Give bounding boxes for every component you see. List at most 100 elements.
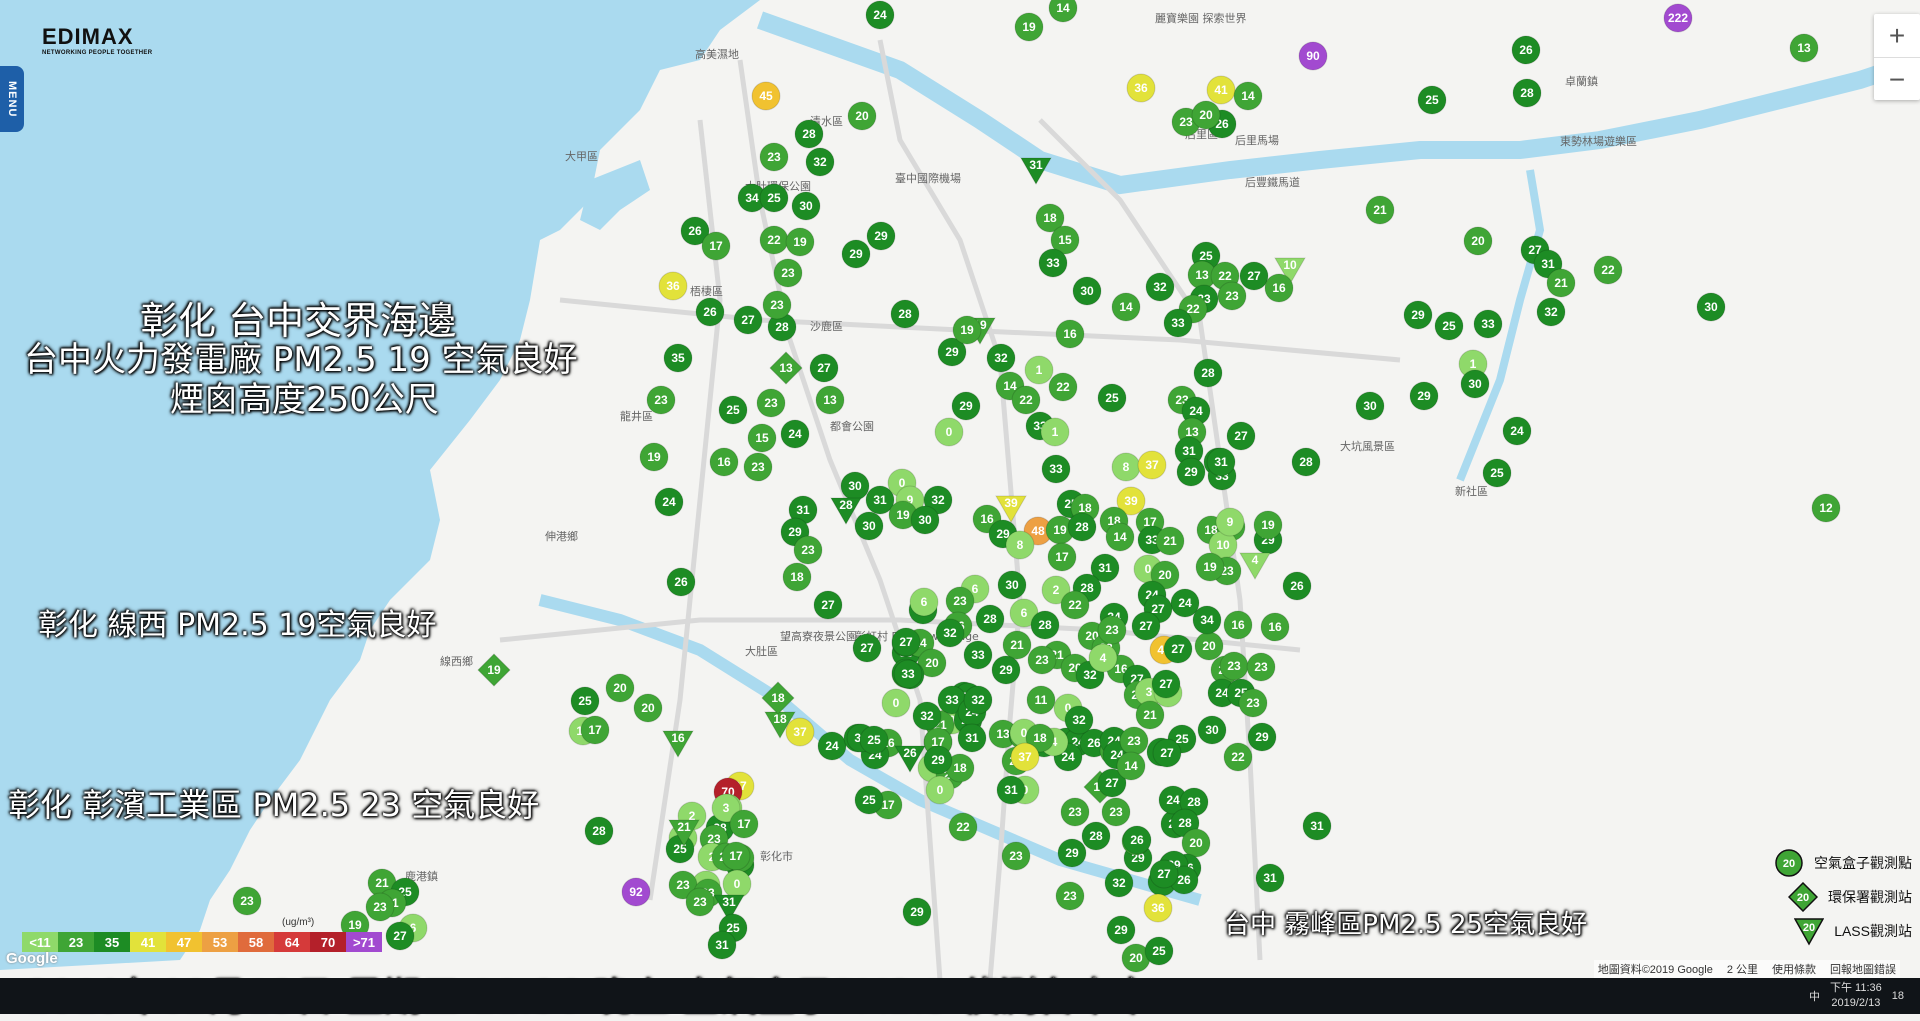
pm25-station-marker[interactable]: 20 (1194, 631, 1224, 661)
pm25-station-marker[interactable]: 21 (1155, 526, 1185, 556)
pm25-station-marker[interactable]: 29 (1106, 915, 1136, 945)
pm25-station-marker[interactable]: 27 (891, 627, 921, 657)
pm25-station-marker[interactable]: 15 (747, 423, 777, 453)
pm25-station-marker[interactable]: 28 (1291, 447, 1321, 477)
pm25-station-marker[interactable]: 25 (1144, 936, 1174, 966)
pm25-station-marker[interactable]: 29 (1409, 381, 1439, 411)
pm25-station-marker[interactable]: 17 (580, 715, 610, 745)
pm25-station-marker[interactable]: 29 (1247, 722, 1277, 752)
pm25-station-marker[interactable]: 27 (1131, 611, 1161, 641)
pm25-station-marker[interactable]: 25 (718, 395, 748, 425)
pm25-station-marker[interactable]: 9 (1215, 507, 1245, 537)
pm25-station-marker[interactable]: 17 (1047, 542, 1077, 572)
pm25-station-marker[interactable]: 29 (951, 391, 981, 421)
pm25-station-marker[interactable]: 30 (1197, 715, 1227, 745)
pm25-station-marker[interactable]: 30 (791, 191, 821, 221)
report-link[interactable]: 回報地圖錯誤 (1830, 961, 1896, 977)
pm25-station-marker[interactable]: 23 (1238, 688, 1268, 718)
pm25-station-marker[interactable]: 20 (633, 693, 663, 723)
pm25-station-marker[interactable]: 27 (1149, 859, 1179, 889)
pm25-station-marker[interactable]: 1 (1040, 417, 1070, 447)
pm25-station-marker[interactable]: 28 (1512, 78, 1542, 108)
pm25-station-marker[interactable]: 23 (762, 290, 792, 320)
pm25-station-marker[interactable]: 26 (695, 297, 725, 327)
pm25-station-marker[interactable]: 31 (1255, 863, 1285, 893)
pm25-station-marker[interactable]: 32 (1104, 868, 1134, 898)
pm25-station-marker[interactable]: 23 (1219, 651, 1249, 681)
pm25-station-marker[interactable]: 22 (1223, 742, 1253, 772)
pm25-station-marker[interactable]: 27 (385, 921, 415, 951)
pm25-station-marker[interactable]: 32 (805, 147, 835, 177)
pm25-station-marker[interactable]: 20 (1181, 828, 1211, 858)
pm25-station-marker[interactable]: 28 (975, 604, 1005, 634)
pm25-station-marker[interactable]: 22 (1060, 590, 1090, 620)
pm25-station-marker[interactable]: 23 (365, 892, 395, 922)
pm25-station-marker[interactable]: 31 (996, 775, 1026, 805)
pm25-station-marker[interactable]: 25 (759, 183, 789, 213)
pm25-station-marker[interactable]: 19 (785, 227, 815, 257)
pm25-station-marker[interactable]: 29 (991, 655, 1021, 685)
pm25-station-marker[interactable]: 24 (654, 487, 684, 517)
pm25-station-marker[interactable]: 22 (759, 225, 789, 255)
pm25-station-marker[interactable]: 19 (1195, 552, 1225, 582)
pm25-station-marker[interactable]: 27 (1239, 261, 1269, 291)
pm25-station-marker[interactable]: 20 (1463, 226, 1493, 256)
pm25-station-marker[interactable]: 22 (948, 812, 978, 842)
pm25-station-marker[interactable]: 32 (963, 685, 993, 715)
pm25-station-marker[interactable]: 33 (1473, 309, 1503, 339)
pm25-station-marker[interactable]: 0 (934, 417, 964, 447)
pm25-station-marker[interactable]: 36 (658, 271, 688, 301)
pm25-station-marker[interactable]: 30 (1072, 276, 1102, 306)
pm25-station-marker[interactable]: 23 (945, 586, 975, 616)
pm25-station-marker[interactable]: 30 (840, 471, 870, 501)
pm25-station-marker[interactable]: 33 (893, 659, 923, 689)
pm25-station-marker[interactable]: 0 (881, 688, 911, 718)
pm25-station-marker[interactable]: 23 (1101, 797, 1131, 827)
pm25-station-marker[interactable]: 27 (1226, 421, 1256, 451)
pm25-station-marker[interactable]: 16 (1264, 273, 1294, 303)
pm25-station-marker[interactable]: 29 (1403, 300, 1433, 330)
pm25-station-marker[interactable]: 23 (1060, 797, 1090, 827)
pm25-station-marker[interactable]: 222 (1663, 3, 1693, 33)
pm25-station-marker[interactable]: 28 (794, 119, 824, 149)
pm25-station-marker[interactable]: 23 (793, 535, 823, 565)
pm25-station-marker[interactable]: 35 (663, 343, 693, 373)
pm25-station-marker[interactable]: 21 (1002, 630, 1032, 660)
pm25-station-marker[interactable]: 21 (1135, 700, 1165, 730)
pm25-station-marker[interactable]: 14 (1105, 522, 1135, 552)
pm25-station-marker[interactable]: 1 (1024, 355, 1054, 385)
pm25-station-marker[interactable]: 30 (910, 505, 940, 535)
pm25-station-marker[interactable]: 31 (707, 930, 737, 960)
pm25-station-marker[interactable]: 24 (1502, 416, 1532, 446)
pm25-station-marker[interactable]: 19 (1253, 510, 1283, 540)
pm25-station-marker[interactable]: 29 (1057, 838, 1087, 868)
pm25-station-marker[interactable]: 32 (935, 618, 965, 648)
pm25-station-marker[interactable]: 6 (909, 587, 939, 617)
pm25-station-marker[interactable]: 29 (866, 221, 896, 251)
pm25-station-marker[interactable]: 37 (785, 717, 815, 747)
pm25-station-marker[interactable]: 12 (1811, 493, 1841, 523)
pm25-station-marker[interactable]: 25 (570, 686, 600, 716)
pm25-station-marker[interactable]: 25 (859, 725, 889, 755)
pm25-station-marker[interactable]: 29 (841, 239, 871, 269)
menu-button[interactable]: MENU (0, 66, 24, 132)
ime-indicator[interactable]: 中 (1809, 988, 1820, 1004)
pm25-station-marker[interactable]: 33 (963, 640, 993, 670)
pm25-station-marker[interactable]: 32 (1536, 297, 1566, 327)
pm25-station-marker[interactable]: 31 (1302, 811, 1332, 841)
pm25-station-marker[interactable]: 37 (1010, 742, 1040, 772)
pm25-station-marker[interactable]: 23 (1097, 615, 1127, 645)
pm25-station-marker[interactable]: 23 (1027, 645, 1057, 675)
pm25-station-marker[interactable]: 27 (1151, 669, 1181, 699)
pm25-station-marker[interactable]: 11 (1026, 685, 1056, 715)
pm25-station-marker[interactable]: 32 (1064, 705, 1094, 735)
pm25-station-marker[interactable]: 33 (1163, 308, 1193, 338)
pm25-station-marker[interactable]: 30 (1355, 391, 1385, 421)
pm25-station-marker[interactable]: 92 (621, 877, 651, 907)
pm25-station-marker[interactable]: 23 (685, 887, 715, 917)
pm25-station-marker[interactable]: 14 (1111, 292, 1141, 322)
pm25-station-marker[interactable]: 27 (809, 353, 839, 383)
pm25-station-marker[interactable]: 36 (1143, 893, 1173, 923)
pm25-station-marker[interactable]: 19 (952, 315, 982, 345)
pm25-station-marker[interactable]: 25 (1434, 311, 1464, 341)
